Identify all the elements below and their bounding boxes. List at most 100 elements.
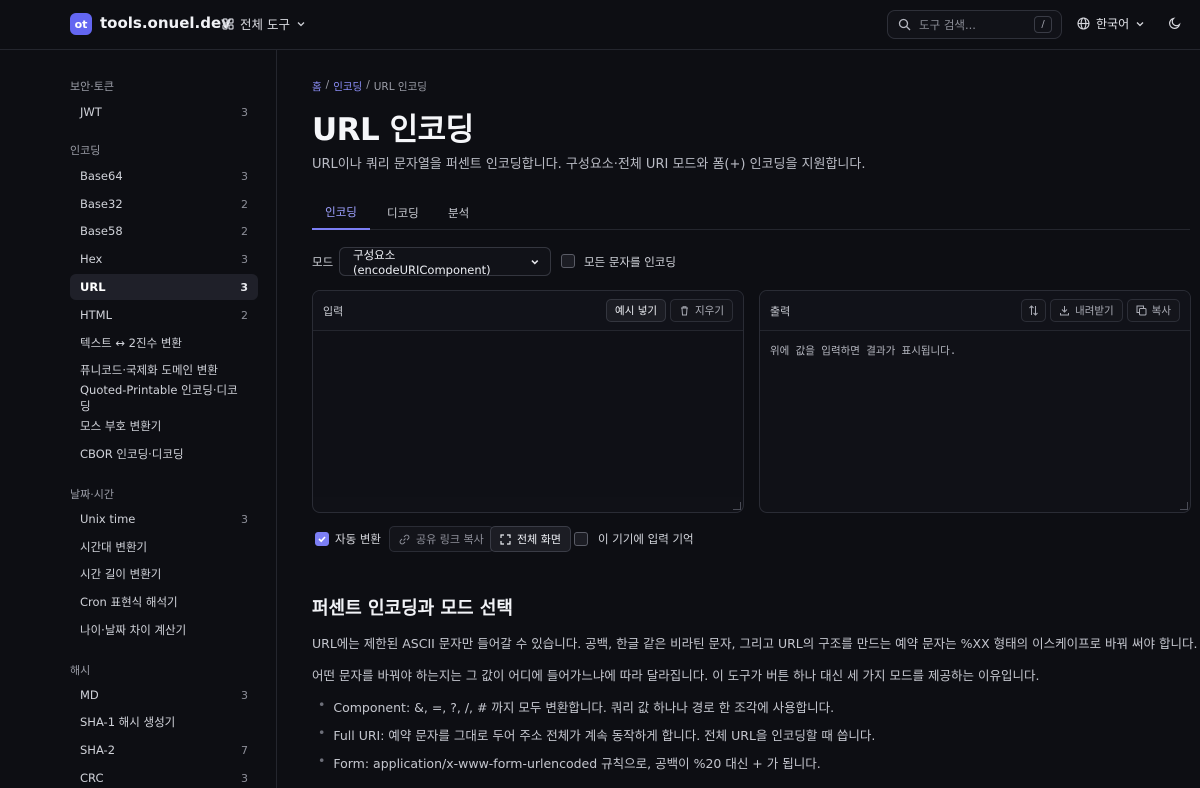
- sidebar-item-label: Base58: [80, 224, 123, 238]
- copy-button-label: 복사: [1151, 305, 1171, 317]
- sidebar-item-label: URL: [80, 280, 106, 294]
- encode-all-checkbox[interactable]: [561, 254, 575, 268]
- sidebar-item-md[interactable]: MD 3: [70, 682, 258, 708]
- download-button[interactable]: 내려받기: [1050, 299, 1123, 322]
- tab-decode[interactable]: 디코딩: [387, 196, 419, 230]
- list-item-text: Full URI: 예약 문자를 그대로 두어 주소 전체가 계속 동작하게 합…: [333, 728, 876, 743]
- sidebar-item-label: SHA-1 해시 생성기: [80, 715, 176, 729]
- tab-analyze[interactable]: 분석: [448, 196, 469, 230]
- output-panel-title: 출력: [770, 304, 791, 318]
- sidebar-item-unix-time[interactable]: Unix time 3: [70, 506, 258, 532]
- sidebar-item-count: 3: [241, 771, 248, 785]
- sidebar-item-label: 퓨니코드·국제화 도메인 변환: [80, 363, 218, 377]
- tab-encode[interactable]: 인코딩: [312, 196, 370, 230]
- bullet-dot: •: [318, 725, 326, 740]
- sidebar-item-timezone[interactable]: 시간대 변환기: [70, 534, 258, 560]
- breadcrumb: 홈 / 인코딩 / URL 인코딩: [312, 79, 427, 94]
- sidebar-item-text-binary[interactable]: 텍스트 ↔ 2진수 변환: [70, 330, 258, 356]
- copy-button[interactable]: 복사: [1126, 299, 1180, 322]
- sidebar-item-label: Base64: [80, 169, 123, 183]
- globe-icon: [1077, 17, 1090, 30]
- tab-bar: 인코딩 디코딩 분석: [312, 196, 1190, 230]
- sidebar-item-jwt[interactable]: JWT 3: [70, 99, 258, 125]
- output-panel-header: 출력 내려받기 복사: [760, 291, 1190, 331]
- bullet-dot: •: [318, 753, 326, 768]
- sidebar-item-punycode[interactable]: 퓨니코드·국제화 도메인 변환: [70, 357, 258, 383]
- copy-icon: [1136, 305, 1147, 316]
- theme-toggle-button[interactable]: [1168, 16, 1182, 34]
- auto-convert-toggle[interactable]: 자동 변환: [315, 526, 381, 552]
- list-item: • Full URI: 예약 문자를 그대로 두어 주소 전체가 계속 동작하게 …: [318, 725, 875, 744]
- all-tools-menu[interactable]: 전체 도구: [222, 14, 306, 33]
- sidebar-item-count: 3: [241, 512, 248, 526]
- list-item-text: Form: application/x-www-form-urlencoded …: [333, 756, 821, 771]
- search-box[interactable]: /: [887, 10, 1062, 39]
- site-logo[interactable]: ot: [70, 13, 92, 35]
- bullet-dot: •: [318, 697, 326, 712]
- breadcrumb-category[interactable]: 인코딩: [333, 79, 362, 94]
- remember-input-toggle[interactable]: 이 기기에 입력 기억: [574, 526, 694, 552]
- sidebar-item-hex[interactable]: Hex 3: [70, 246, 258, 272]
- fullscreen-icon: [500, 533, 511, 545]
- language-selector[interactable]: 한국어: [1077, 15, 1145, 32]
- remember-input-checkbox[interactable]: [574, 532, 588, 546]
- breadcrumb-separator: /: [325, 79, 330, 91]
- sidebar-item-label: Unix time: [80, 512, 136, 526]
- sidebar-item-morse[interactable]: 모스 부호 변환기: [70, 413, 258, 439]
- sidebar-item-url[interactable]: URL 3: [70, 274, 258, 300]
- sidebar-item-quoted-printable[interactable]: Quoted-Printable 인코딩·디코딩: [70, 383, 258, 413]
- mode-select-value: 구성요소 (encodeURIComponent): [353, 247, 491, 277]
- sidebar-item-cron[interactable]: Cron 표현식 해석기: [70, 589, 258, 615]
- share-link-button[interactable]: 공유 링크 복사: [389, 526, 494, 552]
- sidebar-item-duration[interactable]: 시간 길이 변환기: [70, 561, 258, 587]
- trash-icon: [681, 306, 689, 316]
- section-title: 퍼센트 인코딩과 모드 선택: [312, 598, 513, 619]
- sidebar-item-label: SHA-2: [80, 743, 116, 757]
- sidebar-item-count: 2: [241, 197, 248, 211]
- sidebar-item-base64[interactable]: Base64 3: [70, 163, 258, 189]
- sidebar-item-sha1[interactable]: SHA-1 해시 생성기: [70, 709, 258, 735]
- grid-icon: [222, 17, 234, 30]
- sidebar-item-label: MD: [80, 688, 99, 702]
- list-item: • Form: application/x-www-form-urlencoded…: [318, 753, 821, 772]
- input-panel: 입력 예시 넣기 지우기: [312, 290, 744, 513]
- fullscreen-button[interactable]: 전체 화면: [490, 526, 571, 552]
- sidebar-group-encoding: 인코딩: [70, 144, 101, 157]
- site-name[interactable]: tools.onuel.dev: [100, 14, 231, 32]
- controls-row: 자동 변환 공유 링크 복사 전체 화면 이 기기에 입력 기억: [312, 526, 752, 552]
- swap-arrows-icon: [1029, 305, 1038, 316]
- auto-convert-checkbox[interactable]: [315, 532, 329, 546]
- swap-button[interactable]: [1021, 299, 1047, 322]
- breadcrumb-home[interactable]: 홈: [312, 79, 322, 94]
- insert-sample-button[interactable]: 예시 넣기: [606, 299, 667, 322]
- page-title: URL 인코딩: [312, 112, 474, 148]
- sidebar-item-cbor[interactable]: CBOR 인코딩·디코딩: [70, 441, 258, 467]
- search-input[interactable]: [919, 17, 1029, 32]
- sidebar-item-crc[interactable]: CRC 3: [70, 765, 258, 788]
- sidebar-item-count: 3: [241, 105, 248, 119]
- sidebar-item-label: JWT: [80, 105, 102, 119]
- sidebar-item-label: 나이·날짜 차이 계산기: [80, 623, 187, 637]
- remember-input-label: 이 기기에 입력 기억: [598, 532, 694, 546]
- sidebar-item-base58[interactable]: Base58 2: [70, 218, 258, 244]
- sidebar-item-html[interactable]: HTML 2: [70, 302, 258, 328]
- sidebar-item-age-date-diff[interactable]: 나이·날짜 차이 계산기: [70, 617, 258, 643]
- resize-handle[interactable]: [733, 502, 741, 510]
- sidebar-item-count: 2: [241, 224, 248, 238]
- all-tools-label: 전체 도구: [240, 17, 290, 32]
- sidebar-item-label: CRC: [80, 771, 104, 785]
- download-icon: [1060, 306, 1070, 316]
- sidebar-item-base32[interactable]: Base32 2: [70, 191, 258, 217]
- sidebar-item-label: 시간대 변환기: [80, 540, 148, 554]
- clear-button[interactable]: 지우기: [670, 299, 733, 322]
- input-textarea[interactable]: [313, 331, 743, 497]
- list-item-text: Component: &, =, ?, /, # 까지 모두 변환합니다. 쿼리…: [333, 700, 835, 715]
- output-panel: 출력 내려받기 복사 위에 값을 입력하면 결과가 표시됩니다.: [759, 290, 1191, 513]
- resize-handle[interactable]: [1180, 502, 1188, 510]
- chevron-down-icon: [297, 21, 305, 26]
- input-panel-title: 입력: [323, 304, 344, 318]
- chevron-down-icon: [531, 259, 539, 265]
- sidebar-item-sha2[interactable]: SHA-2 7: [70, 737, 258, 763]
- mode-select[interactable]: 구성요소 (encodeURIComponent): [339, 247, 551, 277]
- sidebar-item-label: 시간 길이 변환기: [80, 567, 162, 581]
